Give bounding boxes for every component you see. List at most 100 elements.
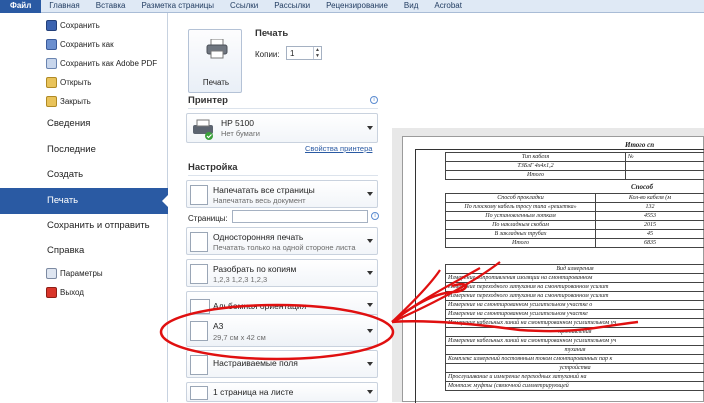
nav-close[interactable]: Закрыть (0, 93, 168, 110)
table-cell: Измерение переходного затухания на смонт… (446, 283, 704, 292)
paper-size-sub: 29,7 см x 42 см (213, 333, 266, 342)
printer-dropdown[interactable]: HP 5100 Нет бумаги (186, 113, 378, 143)
table-cell: 4553 (596, 212, 704, 221)
orientation-title: Альбомная ориентация (213, 301, 306, 311)
collate-dropdown[interactable]: Разобрать по копиям 1,2,3 1,2,3 1,2,3 (186, 259, 378, 287)
printer-heading: Принтер (188, 95, 228, 106)
close-folder-icon (46, 96, 57, 107)
nav-info[interactable]: Сведения (0, 111, 168, 137)
table-cell: По установленным лоткам (446, 212, 596, 221)
paper-size-title: A3 (213, 321, 223, 331)
pages-per-sheet-icon (190, 386, 208, 400)
one-sided-icon (190, 232, 208, 252)
nav-open[interactable]: Открыть (0, 74, 168, 91)
tab-file[interactable]: Файл (0, 0, 41, 13)
chevron-down-icon (367, 192, 373, 196)
print-heading: Печать (255, 28, 288, 39)
nav-options-label: Параметры (60, 269, 103, 278)
tab-acrobat[interactable]: Acrobat (426, 0, 470, 13)
margins-dropdown[interactable]: Настраиваемые поля (186, 350, 378, 378)
nav-save-as[interactable]: Сохранить как (0, 36, 168, 53)
tab-review[interactable]: Рецензирование (318, 0, 396, 13)
save-icon (46, 20, 57, 31)
pages-input[interactable] (232, 210, 368, 223)
chevron-down-icon (367, 329, 373, 333)
ribbon-tab-bar: Файл Главная Вставка Разметка страницы С… (0, 0, 704, 13)
table-cell: Комплекс измерений постоянным током смон… (446, 355, 704, 364)
printer-icon (206, 39, 228, 59)
nav-close-label: Закрыть (60, 97, 91, 106)
table-cell: По накладным скобам (446, 221, 596, 230)
pages-label: Страницы: (188, 214, 228, 223)
tab-home[interactable]: Главная (41, 0, 87, 13)
nav-save-as-label: Сохранить как (60, 40, 114, 49)
sides-title: Односторонняя печать (213, 232, 303, 242)
printer-status: Нет бумаги (221, 129, 260, 138)
nav-save-send[interactable]: Сохранить и отправить (0, 213, 168, 239)
sides-dropdown[interactable]: Односторонняя печать Печатать только на … (186, 227, 378, 255)
chevron-down-icon (367, 303, 373, 307)
nav-options[interactable]: Параметры (0, 265, 168, 282)
pages-icon (190, 185, 208, 205)
table-cell: Измерение на смонтированном усилительном… (446, 301, 704, 310)
table-cell (626, 171, 704, 180)
table-cell: 132 (596, 203, 704, 212)
chevron-down-icon (367, 271, 373, 275)
nav-open-label: Открыть (60, 78, 91, 87)
copies-spinner[interactable]: ▲▼ (313, 47, 321, 59)
print-button-label: Печать (189, 78, 243, 87)
table2-title: Способ (631, 183, 653, 191)
nav-save-pdf[interactable]: Сохранить как Adobe PDF (0, 55, 168, 72)
collate-icon (190, 264, 208, 284)
divider (188, 175, 378, 176)
chevron-down-icon (367, 239, 373, 243)
print-panel: Печать Печать Копии: 1 ▲▼ Принтер i HP 5… (168, 13, 392, 402)
table-cell: 6835 (596, 239, 704, 248)
printer-properties-link[interactable]: Свойства принтера (305, 144, 372, 153)
table-cell: № (626, 153, 704, 162)
table-laying-methods: Способ прокладкиКол-во кабеля (м По плос… (445, 193, 704, 248)
table-cell: тухания (446, 346, 704, 355)
copies-value: 1 (290, 49, 294, 58)
printer-info-icon[interactable]: i (370, 96, 378, 104)
table-cell: Прослушивание и измерение переходных зат… (446, 373, 704, 382)
pages-info-icon[interactable]: i (371, 212, 379, 220)
chevron-down-icon (367, 390, 373, 394)
margins-icon (190, 355, 208, 375)
preview-background (392, 13, 704, 128)
tab-page-layout[interactable]: Разметка страницы (133, 0, 222, 13)
table-cell: Измерение сопротивления изоляции на смон… (446, 274, 704, 283)
tab-references[interactable]: Ссылки (222, 0, 266, 13)
pages-per-sheet-title: 1 страница на листе (213, 387, 293, 397)
print-range-dropdown[interactable]: Напечатать все страницы Напечатать весь … (186, 180, 378, 208)
collate-title: Разобрать по копиям (213, 264, 296, 274)
nav-help[interactable]: Справка (0, 238, 168, 264)
table-cell: Измерение на смонтированном усилительном… (446, 310, 704, 319)
table-header: Вид измерения (446, 265, 704, 274)
copies-input[interactable]: 1 ▲▼ (286, 46, 322, 60)
tab-mailings[interactable]: Рассылки (266, 0, 318, 13)
tab-view[interactable]: Вид (396, 0, 426, 13)
table-cell: Измерение кабельных линий на смонтирован… (446, 337, 704, 346)
table-cell: 45 (596, 230, 704, 239)
preview-page: Итого сп Тип кабеля№ ТЗБлГ 4х4х1,2 Итого… (402, 136, 704, 402)
paper-size-dropdown[interactable]: A3 29,7 см x 42 см (186, 314, 378, 347)
nav-new[interactable]: Создать (0, 162, 168, 188)
margins-title: Настраиваемые поля (213, 358, 298, 368)
settings-heading: Настройка (188, 162, 238, 173)
nav-recent[interactable]: Последние (0, 137, 168, 163)
pages-per-sheet-dropdown[interactable]: 1 страница на листе (186, 382, 378, 402)
nav-print[interactable]: Печать (0, 188, 168, 214)
nav-exit[interactable]: Выход (0, 284, 168, 301)
printer-device-icon (191, 119, 215, 141)
print-range-sub: Напечатать весь документ (213, 196, 306, 205)
nav-save[interactable]: Сохранить (0, 17, 168, 34)
print-button[interactable]: Печать (188, 29, 242, 93)
tab-insert[interactable]: Вставка (88, 0, 134, 13)
print-preview: Итого сп Тип кабеля№ ТЗБлГ 4х4х1,2 Итого… (392, 13, 704, 402)
table-cell: Измерение переходного затухания на смонт… (446, 292, 704, 301)
landscape-icon (190, 299, 210, 314)
table-cell: 2015 (596, 221, 704, 230)
printer-name: HP 5100 (221, 118, 254, 128)
table-cable-types: Тип кабеля№ ТЗБлГ 4х4х1,2 Итого (445, 152, 704, 180)
